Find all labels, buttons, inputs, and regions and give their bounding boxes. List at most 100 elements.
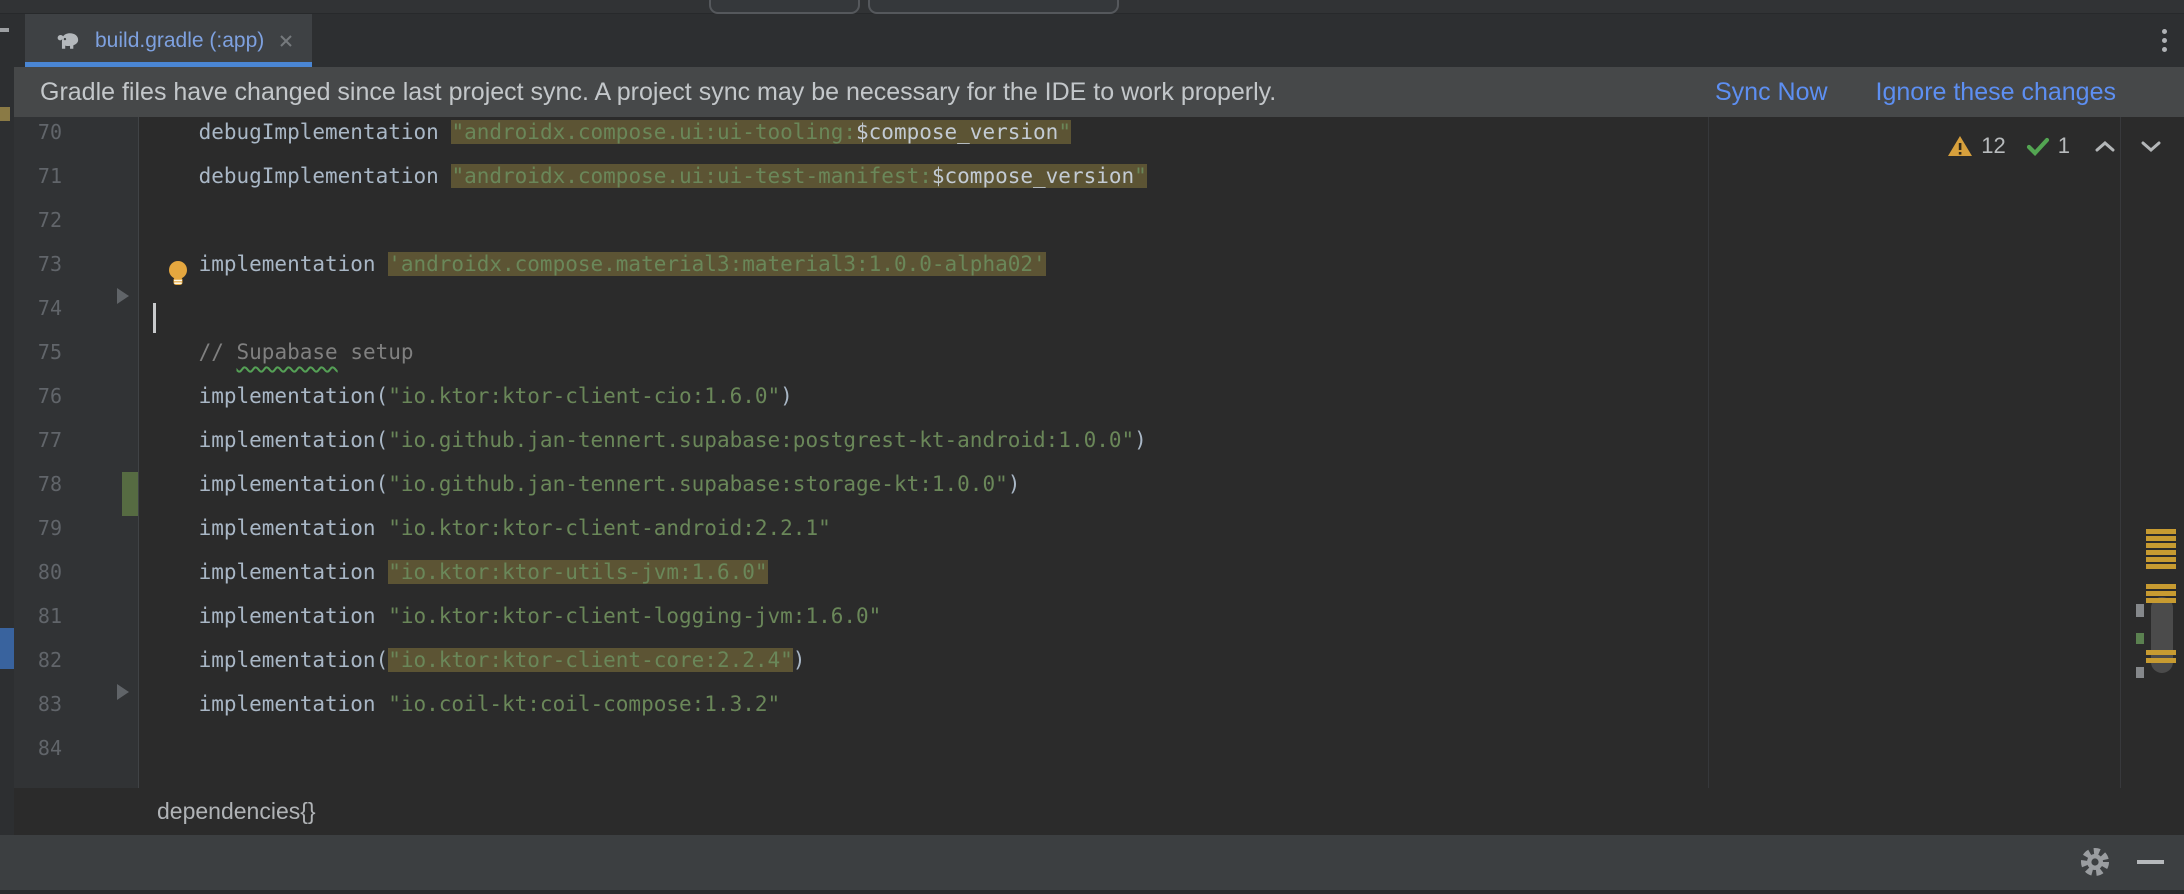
line-number[interactable]: 70 <box>14 120 138 164</box>
code-token: ) <box>793 648 806 672</box>
code-line[interactable]: debugImplementation "androidx.compose.ui… <box>138 164 1147 208</box>
hide-panel-icon[interactable] <box>2137 860 2164 864</box>
editor-right-boundary <box>2120 117 2121 788</box>
line-number[interactable]: 84 <box>14 736 138 780</box>
code-line[interactable]: implementation "io.ktor:ktor-client-andr… <box>138 516 831 560</box>
left-strip-olive-marker <box>0 107 10 121</box>
window-bottom-edge <box>0 890 2184 894</box>
left-edge-strip <box>0 67 14 835</box>
code-line[interactable] <box>138 208 148 252</box>
code-token: Supabase <box>237 340 338 364</box>
code-line[interactable]: implementation("io.github.jan-tennert.su… <box>138 428 1147 472</box>
intention-lightbulb-icon[interactable] <box>166 259 190 287</box>
code-line[interactable]: implementation("io.ktor:ktor-client-core… <box>138 648 805 692</box>
code-token: $compose_version <box>856 120 1058 144</box>
code-token: implementation( <box>148 648 388 672</box>
inspection-widget: 12 1 <box>1947 133 2162 159</box>
code-token: " <box>1058 120 1071 144</box>
code-token: ) <box>1134 428 1147 452</box>
code-line[interactable]: implementation("io.ktor:ktor-client-cio:… <box>138 384 793 428</box>
code-token: setup <box>338 340 414 364</box>
code-line[interactable]: implementation "io.coil-kt:coil-compose:… <box>138 692 780 736</box>
code-token: "io.ktor:ktor-utils-jvm:1.6.0" <box>388 560 767 584</box>
code-line[interactable]: // Supabase setup <box>138 340 414 384</box>
code-token: " <box>1134 164 1147 188</box>
code-editor: 707172737475767778798081828384 debugImpl… <box>0 117 2184 788</box>
warning-count[interactable]: 12 <box>1981 133 2005 159</box>
text-caret <box>153 303 156 333</box>
code-line[interactable]: implementation "io.ktor:ktor-utils-jvm:1… <box>138 560 768 604</box>
code-token: "io.github.jan-tennert.supabase:storage-… <box>388 472 1008 496</box>
line-number[interactable]: 76 <box>14 384 138 428</box>
cropped-edge-element <box>0 28 9 32</box>
code-area[interactable]: debugImplementation "androidx.compose.ui… <box>138 117 2184 788</box>
code-token: implementation <box>148 692 388 716</box>
code-line[interactable]: debugImplementation "androidx.compose.ui… <box>138 120 1071 164</box>
fold-arrow-icon[interactable] <box>117 684 129 700</box>
tab-build-gradle-app[interactable]: build.gradle (:app) <box>25 14 312 67</box>
code-token: implementation( <box>148 428 388 452</box>
line-number[interactable]: 71 <box>14 164 138 208</box>
line-number[interactable]: 78 <box>14 472 138 516</box>
banner-actions: Sync Now Ignore these changes <box>1715 78 2184 107</box>
bottom-panel-bar <box>0 835 2184 890</box>
code-line[interactable]: implementation("io.github.jan-tennert.su… <box>138 472 1020 516</box>
android-studio-window: build.gradle (:app) Gradle files have ch… <box>0 0 2184 894</box>
line-number[interactable]: 77 <box>14 428 138 472</box>
code-token: implementation( <box>148 472 388 496</box>
code-token: 'androidx.compose.material3:material3:1.… <box>388 252 1045 276</box>
fold-arrow-icon[interactable] <box>117 288 129 304</box>
code-token: ) <box>1008 472 1021 496</box>
line-number[interactable]: 81 <box>14 604 138 648</box>
sync-now-link[interactable]: Sync Now <box>1715 78 1828 107</box>
cropped-toolbar-button[interactable] <box>868 0 1119 14</box>
ignore-changes-link[interactable]: Ignore these changes <box>1876 78 2116 107</box>
code-token: implementation <box>148 560 388 584</box>
breadcrumb[interactable]: dependencies{} <box>157 798 316 825</box>
code-token: ) <box>780 384 793 408</box>
code-token: // <box>148 340 237 364</box>
code-line[interactable] <box>138 736 148 780</box>
line-number[interactable]: 72 <box>14 208 138 252</box>
chevron-down-icon[interactable] <box>2140 140 2162 153</box>
chevron-up-icon[interactable] <box>2094 140 2116 153</box>
line-number[interactable]: 79 <box>14 516 138 560</box>
code-token: debugImplementation <box>148 120 451 144</box>
warning-triangle-icon[interactable] <box>1947 135 1973 157</box>
cropped-toolbar-button[interactable] <box>709 0 860 14</box>
code-token: implementation( <box>148 384 388 408</box>
code-token: "io.github.jan-tennert.supabase:postgres… <box>388 428 1134 452</box>
code-line[interactable]: implementation "io.ktor:ktor-client-logg… <box>138 604 881 648</box>
code-token: "io.ktor:ktor-client-android:2.2.1" <box>388 516 831 540</box>
ok-count[interactable]: 1 <box>2058 133 2070 159</box>
gear-icon[interactable] <box>2078 845 2112 879</box>
breadcrumb-bar: dependencies{} <box>14 788 2184 835</box>
code-token: "io.ktor:ktor-client-core:2.2.4" <box>388 648 793 672</box>
code-line[interactable] <box>138 296 148 340</box>
code-token: $compose_version <box>932 164 1134 188</box>
tab-close-icon[interactable] <box>277 32 295 50</box>
vcs-change-marker <box>122 472 138 516</box>
scrollbar-thumb[interactable] <box>2151 597 2173 673</box>
code-token: "io.ktor:ktor-client-logging-jvm:1.6.0" <box>388 604 881 628</box>
code-token: "io.ktor:ktor-client-cio:1.6.0" <box>388 384 780 408</box>
left-strip-blue-marker <box>0 628 14 669</box>
line-number[interactable]: 80 <box>14 560 138 604</box>
line-number[interactable]: 75 <box>14 340 138 384</box>
code-token: "io.coil-kt:coil-compose:1.3.2" <box>388 692 780 716</box>
code-token: "androidx.compose.ui:ui-test-manifest: <box>451 164 931 188</box>
right-margin-guide <box>1708 117 1709 788</box>
tab-label: build.gradle (:app) <box>95 29 264 53</box>
code-token: debugImplementation <box>148 164 451 188</box>
top-toolbar-cropped <box>0 0 2184 14</box>
code-line[interactable]: implementation 'androidx.compose.materia… <box>138 252 1046 296</box>
banner-message: Gradle files have changed since last pro… <box>40 78 1276 107</box>
editor-tab-bar: build.gradle (:app) <box>0 14 2184 67</box>
ok-check-icon[interactable] <box>2026 136 2050 156</box>
code-token: "androidx.compose.ui:ui-tooling: <box>451 120 856 144</box>
gradle-sync-banner: Gradle files have changed since last pro… <box>14 67 2184 117</box>
code-token: implementation <box>148 604 388 628</box>
editor-gutter: 707172737475767778798081828384 <box>14 117 139 788</box>
code-token: implementation <box>148 516 388 540</box>
kebab-menu-icon[interactable] <box>2162 25 2167 56</box>
